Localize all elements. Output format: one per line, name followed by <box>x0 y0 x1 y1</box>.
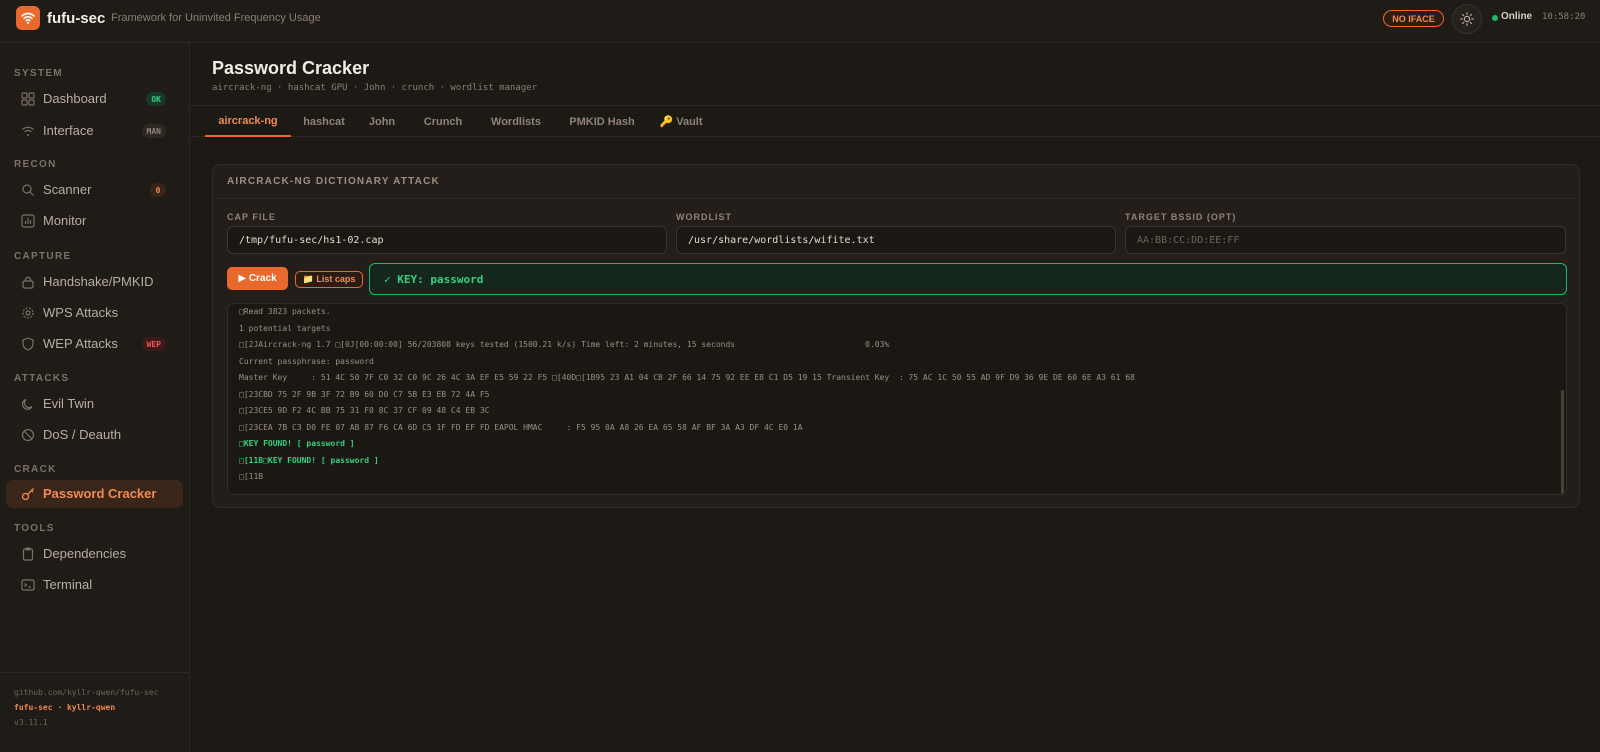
theme-toggle-button[interactable] <box>1452 4 1482 34</box>
terminal-line: □[23CEA 7B C3 D0 FE 07 AB 87 F6 CA 6D C5… <box>239 423 803 432</box>
sidebar-item-scanner[interactable]: Scanner 0 <box>6 176 183 204</box>
bar-chart-icon <box>21 214 35 228</box>
page-subtitle: aircrack-ng · hashcat GPU · John · crunc… <box>212 83 538 93</box>
sidebar-item-dependencies[interactable]: Dependencies <box>6 540 183 568</box>
tab-crunch[interactable]: Crunch <box>418 106 468 137</box>
sidebar-item-label: WEP Attacks <box>43 336 118 351</box>
sidebar-item-wps[interactable]: WPS Attacks <box>6 299 183 327</box>
iface-status-badge[interactable]: NO IFACE <box>1383 10 1444 27</box>
count-badge: 0 <box>150 183 166 197</box>
search-icon <box>22 184 34 196</box>
crack-button[interactable]: ▶ Crack <box>227 267 288 290</box>
section-label-tools: TOOLS <box>14 523 55 534</box>
terminal-scrollbar[interactable] <box>1561 390 1564 494</box>
sidebar-item-interface[interactable]: Interface MAN <box>6 117 183 145</box>
sidebar-item-label: Evil Twin <box>43 396 95 411</box>
tab-bar: aircrack-ng hashcat John Crunch Wordlist… <box>191 106 1600 137</box>
version-text: v3.11.1 <box>14 718 48 727</box>
sidebar: SYSTEM Dashboard OK Interface MAN RECON … <box>0 43 190 752</box>
tab-aircrack-ng[interactable]: aircrack-ng <box>205 106 291 137</box>
wordlist-input[interactable]: /usr/share/wordlists/wifite.txt <box>676 226 1116 254</box>
terminal-line-key-found: □[11B□KEY FOUND! [ password ] <box>239 456 379 465</box>
sidebar-item-label: Monitor <box>43 213 87 228</box>
cap-file-label: CAP FILE <box>227 212 276 222</box>
sidebar-item-label: DoS / Deauth <box>43 427 122 442</box>
top-bar: fufu-sec Framework for Uninvited Frequen… <box>0 0 1600 43</box>
status-badge: WEP <box>141 337 166 351</box>
tab-wordlists[interactable]: Wordlists <box>483 106 549 137</box>
sidebar-item-label: Interface <box>43 123 94 138</box>
sidebar-item-monitor[interactable]: Monitor <box>6 207 183 235</box>
credit-text: fufu-sec · kyllr-qwen <box>14 703 116 712</box>
terminal-line: □[23CE5 9D F2 4C BB 75 31 F0 8C 37 CF 09… <box>239 406 490 415</box>
target-bssid-label: TARGET BSSID (OPT) <box>1125 212 1237 222</box>
sun-icon <box>1460 12 1474 26</box>
terminal-line: □[11B <box>239 472 264 481</box>
gear-icon <box>22 307 34 319</box>
clipboard-icon <box>22 547 34 561</box>
section-label-recon: RECON <box>14 159 57 170</box>
sidebar-item-label: Terminal <box>43 577 93 592</box>
sidebar-item-terminal[interactable]: Terminal <box>6 571 183 599</box>
repo-link[interactable]: github.com/kyllr-qwen/fufu-sec <box>14 688 159 697</box>
sidebar-item-label: WPS Attacks <box>43 305 119 320</box>
key-icon <box>21 488 34 501</box>
terminal-line-key-found: □KEY FOUND! [ password ] <box>239 439 355 448</box>
sidebar-item-label: Dashboard <box>43 91 107 106</box>
list-caps-button[interactable]: 📁 List caps <box>295 271 363 288</box>
cap-file-input[interactable]: /tmp/fufu-sec/hs1-02.cap <box>227 226 667 254</box>
terminal-line: 1 potential targets <box>239 324 331 333</box>
section-label-system: SYSTEM <box>14 68 63 79</box>
app-name: fufu-sec <box>47 10 106 27</box>
aircrack-card: AIRCRACK-NG DICTIONARY ATTACK CAP FILE /… <box>212 164 1580 508</box>
sidebar-item-label: Scanner <box>43 182 92 197</box>
target-bssid-input[interactable]: AA:BB:CC:DD:EE:FF <box>1125 226 1566 254</box>
wifi-logo-icon <box>16 6 40 30</box>
terminal-line: □[2JAircrack-ng 1.7 □[0J[00:00:00] 56/20… <box>239 340 890 349</box>
sidebar-item-dos[interactable]: DoS / Deauth <box>6 421 183 449</box>
online-status-label: Online <box>1501 11 1533 22</box>
tab-john[interactable]: John <box>362 106 402 137</box>
moon-icon <box>22 398 33 410</box>
sidebar-footer: github.com/kyllr-qwen/fufu-sec fufu-sec … <box>0 672 190 752</box>
clock: 10:58:20 <box>1542 12 1586 22</box>
terminal-line: Master Key : 51 4C 50 7F C0 32 C0 9C 26 … <box>239 373 1135 382</box>
shield-icon <box>22 337 34 351</box>
card-header: AIRCRACK-NG DICTIONARY ATTACK <box>213 165 1579 199</box>
wordlist-label: WORDLIST <box>676 212 732 222</box>
card-title: AIRCRACK-NG DICTIONARY ATTACK <box>227 176 440 187</box>
grid-icon <box>21 92 35 106</box>
ban-icon <box>21 428 35 442</box>
sidebar-item-evil-twin[interactable]: Evil Twin <box>6 390 183 418</box>
app-tagline: Framework for Uninvited Frequency Usage <box>111 12 321 24</box>
terminal-icon <box>21 579 35 591</box>
status-badge: MAN <box>141 124 166 138</box>
section-label-capture: CAPTURE <box>14 251 72 262</box>
wifi-icon <box>22 126 34 136</box>
page-title: Password Cracker <box>212 58 370 78</box>
sidebar-item-dashboard[interactable]: Dashboard OK <box>6 85 183 113</box>
section-label-attacks: ATTACKS <box>14 373 70 384</box>
online-status-dot <box>1492 15 1498 21</box>
sidebar-item-label: Password Cracker <box>43 486 157 501</box>
lock-icon <box>22 276 34 289</box>
sidebar-item-wep[interactable]: WEP Attacks WEP <box>6 330 183 358</box>
terminal-line: Current passphrase: password <box>239 357 374 366</box>
sidebar-item-handshake[interactable]: Handshake/PMKID <box>6 268 183 296</box>
tab-hashcat[interactable]: hashcat <box>297 106 351 137</box>
sidebar-item-label: Dependencies <box>43 546 127 561</box>
section-label-crack: CRACK <box>14 464 57 475</box>
terminal-output[interactable]: □Read 3823 packets. 1 potential targets … <box>227 303 1567 495</box>
status-badge: OK <box>146 92 166 106</box>
terminal-line: □[23CBD 75 2F 9B 3F 72 B9 60 D0 C7 5B E3… <box>239 390 490 399</box>
sidebar-item-password-cracker[interactable]: Password Cracker <box>6 480 183 508</box>
key-found-banner: ✓ KEY: password <box>369 263 1567 295</box>
terminal-line: □Read 3823 packets. <box>239 307 331 316</box>
tab-pmkid-hash[interactable]: PMKID Hash <box>563 106 641 137</box>
tab-vault[interactable]: 🔑 Vault <box>656 106 706 137</box>
sidebar-item-label: Handshake/PMKID <box>43 274 154 289</box>
